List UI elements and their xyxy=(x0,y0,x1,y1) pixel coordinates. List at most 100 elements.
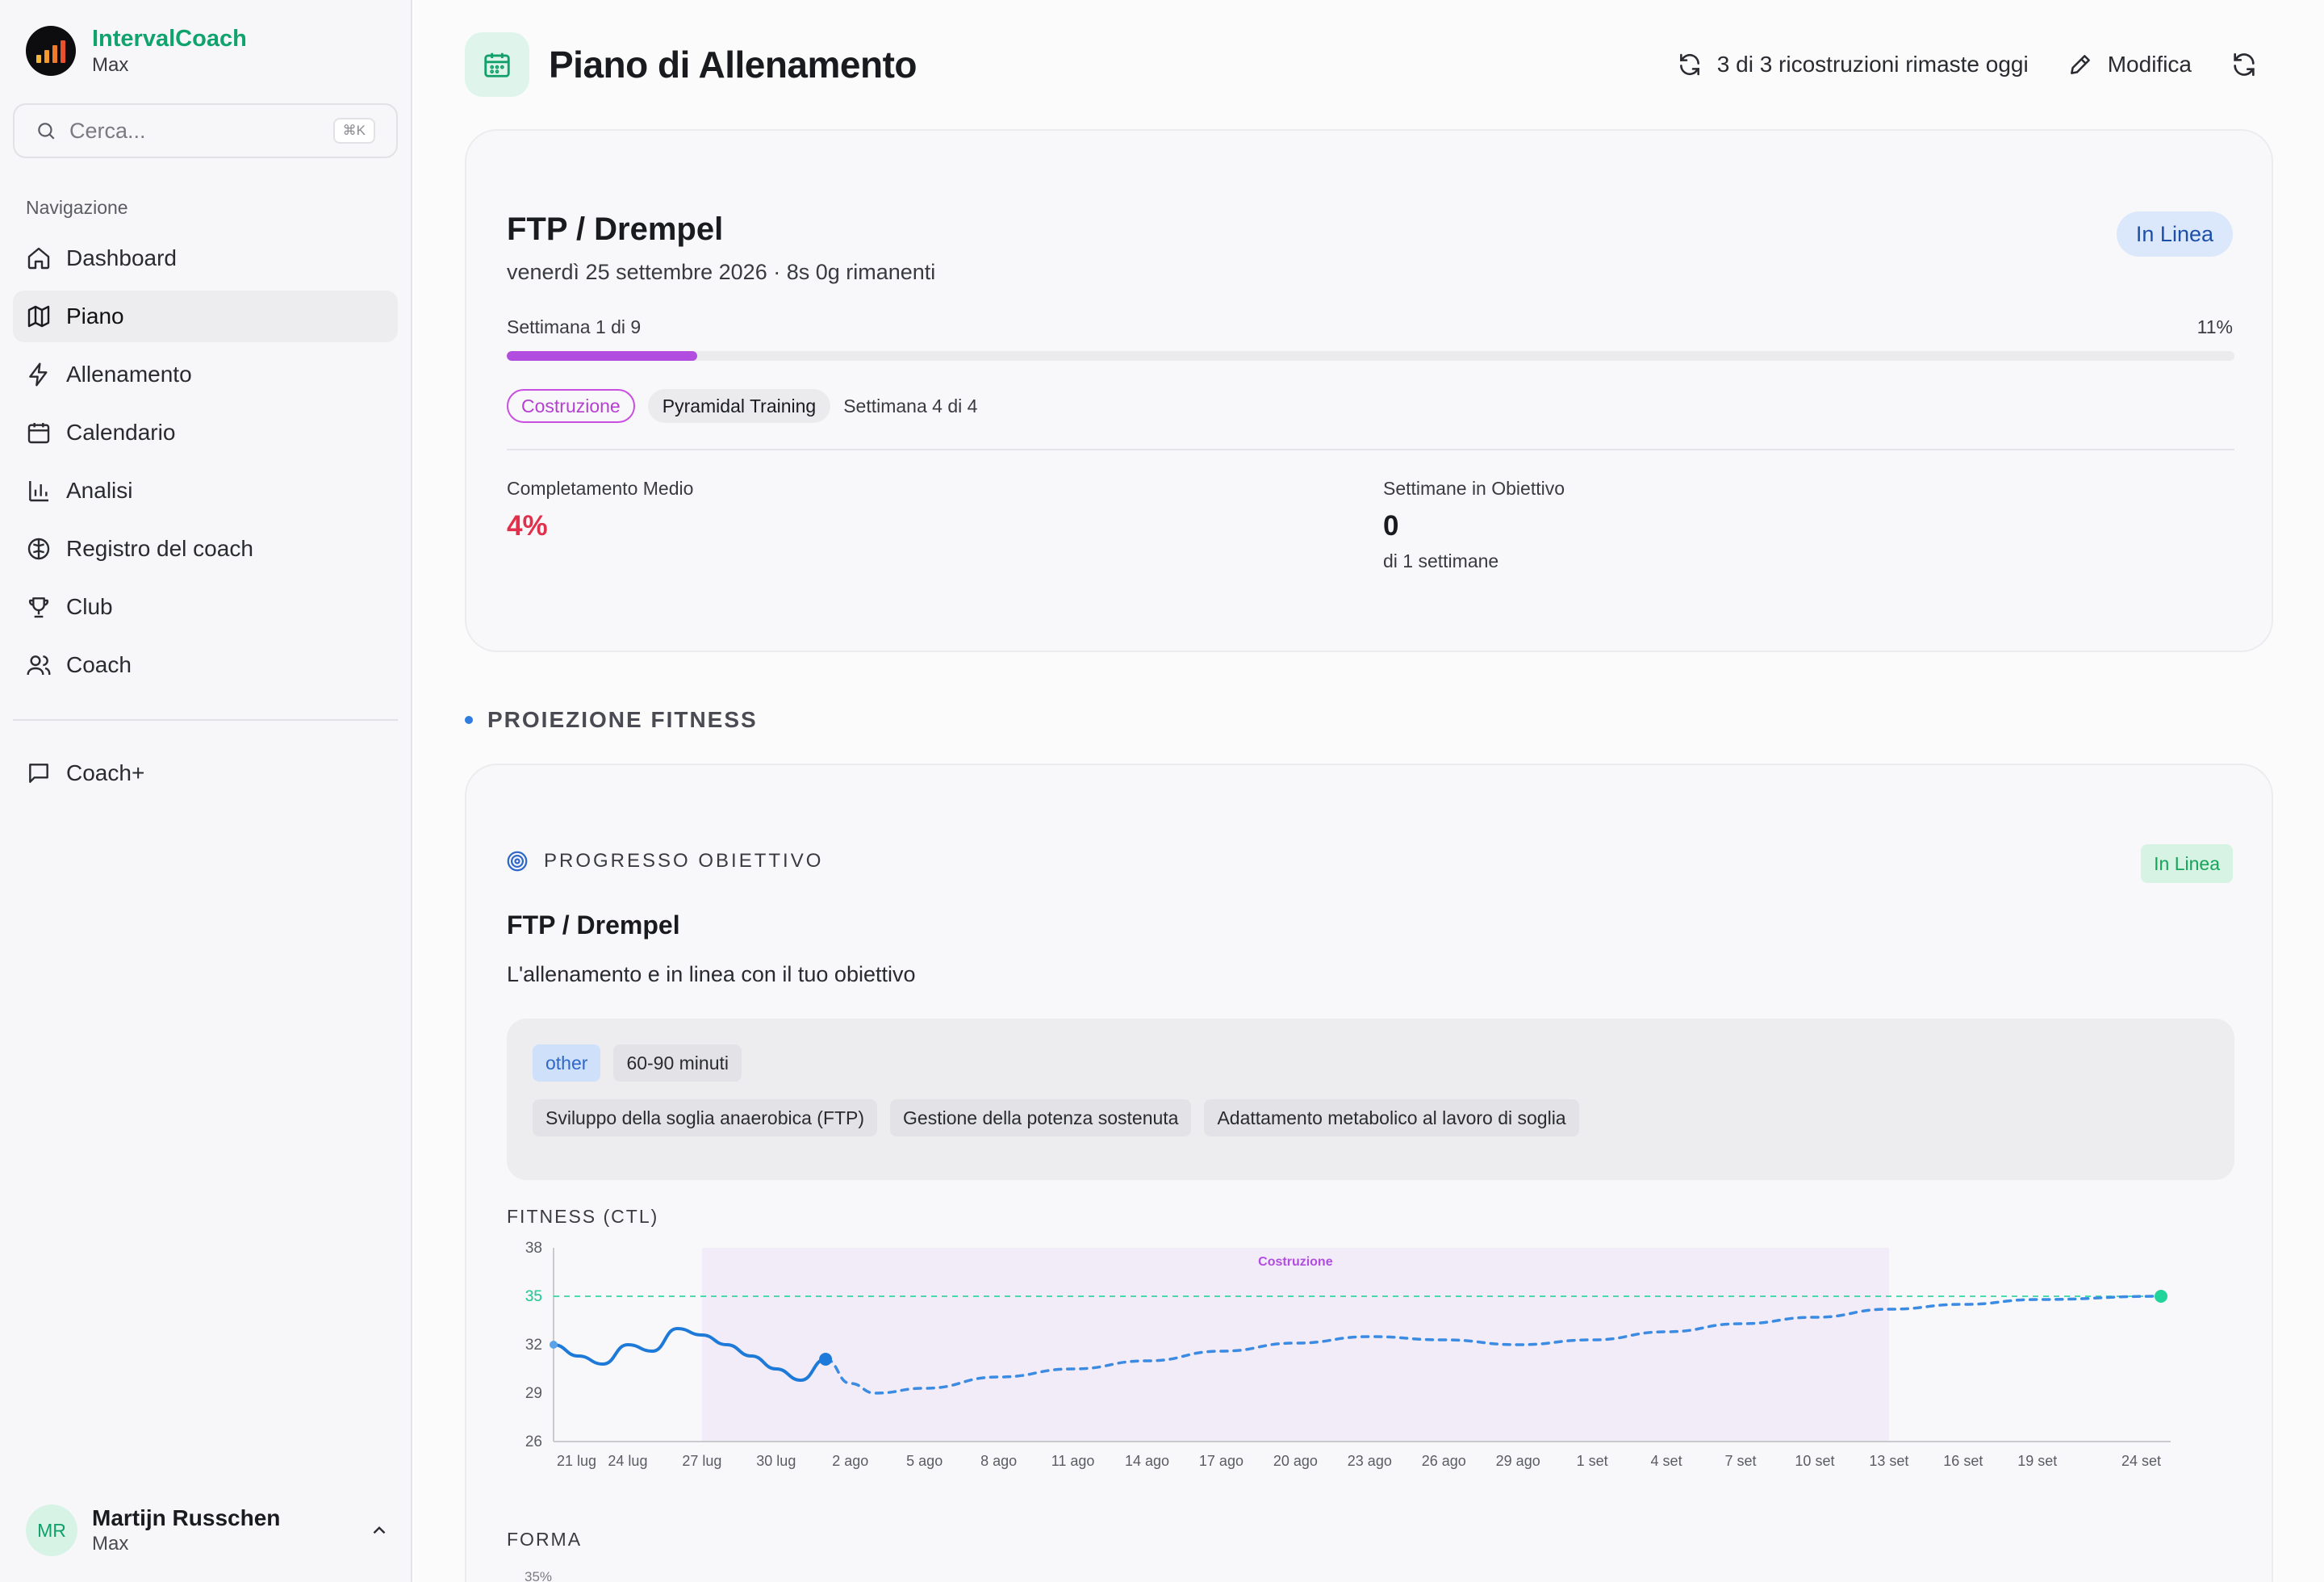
page-title: Piano di Allenamento xyxy=(549,44,917,86)
weeks-on-target-sub: di 1 settimane xyxy=(1383,550,1499,571)
x-tick-label: 1 set xyxy=(1577,1453,1608,1469)
x-tick-label: 17 ago xyxy=(1199,1453,1244,1469)
sidebar-item-piano[interactable]: Piano xyxy=(13,291,398,342)
block-chip: Pyramidal Training xyxy=(647,389,831,423)
phase-band-label: Costruzione xyxy=(1258,1255,1333,1269)
phase-band xyxy=(701,1248,1889,1442)
calendar-icon xyxy=(27,423,50,444)
bar-chart-icon xyxy=(29,481,48,502)
x-tick-label: 26 ago xyxy=(1422,1453,1466,1469)
focus-tag: Gestione della potenza sostenuta xyxy=(890,1099,1192,1136)
trophy-icon xyxy=(28,597,49,618)
y-tick-label: 26 xyxy=(525,1433,542,1450)
sidebar-item-coach[interactable]: Coach xyxy=(13,639,398,691)
x-tick-label: 13 set xyxy=(1869,1453,1908,1469)
sidebar-item-analisi[interactable]: Analisi xyxy=(13,465,398,517)
phase-chips: Costruzione Pyramidal Training Settimana… xyxy=(507,389,977,423)
x-tick-label: 10 set xyxy=(1795,1453,1834,1469)
nav-list: Dashboard Piano Allenamento Calendario A… xyxy=(13,232,398,697)
duration-tag: 60-90 minuti xyxy=(613,1044,742,1082)
y-tick-label: 29 xyxy=(525,1385,542,1402)
section-title-label: PROIEZIONE FITNESS xyxy=(487,707,758,732)
app-subtitle: Max xyxy=(92,54,129,76)
sidebar-item-coach-plus[interactable]: Coach+ xyxy=(13,747,398,799)
brand[interactable]: IntervalCoach Max xyxy=(26,24,247,77)
x-tick-label: 24 set xyxy=(2121,1453,2161,1469)
section-dot xyxy=(465,716,473,724)
target-icon xyxy=(507,851,528,872)
chat-icon xyxy=(29,764,48,783)
sidebar-item-label: Analisi xyxy=(66,478,133,503)
x-tick-label: 24 lug xyxy=(608,1453,647,1469)
x-tick-label: 20 ago xyxy=(1273,1453,1318,1469)
sidebar-item-label: Coach xyxy=(66,652,132,677)
search-placeholder: Cerca... xyxy=(69,118,146,143)
goal-tags: other 60-90 minuti Sviluppo della soglia… xyxy=(507,1019,2234,1180)
block-week: Settimana 4 di 4 xyxy=(843,395,978,416)
status-badge: In Linea xyxy=(2141,844,2233,883)
plan-card: FTP / Drempel venerdì 25 settembre 2026 … xyxy=(465,129,2273,652)
x-tick-label: 5 ago xyxy=(906,1453,943,1469)
x-tick-label: 2 ago xyxy=(832,1453,868,1469)
home-icon xyxy=(27,247,50,270)
app-name: IntervalCoach xyxy=(92,26,247,52)
sidebar-item-label: Piano xyxy=(66,303,124,329)
focus-tag: Sviluppo della soglia anaerobica (FTP) xyxy=(533,1099,878,1136)
x-tick-label: 23 ago xyxy=(1348,1453,1392,1469)
section-title: PROIEZIONE FITNESS xyxy=(465,707,758,733)
sidebar-item-calendario[interactable]: Calendario xyxy=(13,407,398,458)
chart2-title: FORMA xyxy=(507,1529,583,1550)
phase-chip: Costruzione xyxy=(507,389,635,423)
x-tick-label: 30 lug xyxy=(756,1453,796,1469)
refresh-icon xyxy=(2234,52,2255,77)
x-tick-label: 7 set xyxy=(1724,1453,1756,1469)
app-logo-icon xyxy=(26,26,76,76)
card-divider xyxy=(507,449,2234,450)
fitness-chart: Costruzione 38 35 32 29 26 21 lug 24 lug 27 lug 3… xyxy=(525,1240,2171,1469)
nav-secondary: Coach+ xyxy=(13,747,398,806)
search-input[interactable]: Cerca... ⌘K xyxy=(13,103,398,158)
goal-title: FTP / Drempel xyxy=(507,211,724,247)
current-point xyxy=(819,1353,833,1366)
sidebar-item-label: Club xyxy=(66,594,113,619)
edit-button[interactable]: Modifica xyxy=(2067,52,2192,77)
weeks-on-target-label: Settimane in Obiettivo xyxy=(1383,478,1565,499)
rebuild-status[interactable]: 3 di 3 ricostruzioni rimaste oggi xyxy=(1677,52,2029,77)
status-badge: In Linea xyxy=(2116,211,2233,257)
sidebar-item-label: Calendario xyxy=(66,420,176,445)
sidebar-item-dashboard[interactable]: Dashboard xyxy=(13,232,398,284)
x-tick-label: 29 ago xyxy=(1496,1453,1540,1469)
goal-progress-title: FTP / Drempel xyxy=(507,910,680,940)
plan-progress-bar xyxy=(507,351,2234,361)
search-icon xyxy=(38,123,55,140)
completion-label: Completamento Medio xyxy=(507,478,694,499)
nav-heading: Navigazione xyxy=(26,197,128,218)
sidebar-item-club[interactable]: Club xyxy=(13,581,398,633)
sidebar-item-registro[interactable]: Registro del coach xyxy=(13,523,398,575)
refresh-icon xyxy=(1679,53,1699,76)
x-tick-label: 8 ago xyxy=(980,1453,1017,1469)
sidebar-item-label: Registro del coach xyxy=(66,536,253,561)
avatar: MR xyxy=(26,1505,77,1556)
goal-date: venerdì 25 settembre 2026 · 8s 0g rimane… xyxy=(507,260,936,284)
sport-tag: other xyxy=(533,1044,601,1082)
map-icon xyxy=(27,305,50,328)
sidebar-divider xyxy=(13,719,398,721)
sidebar-item-label: Coach+ xyxy=(66,760,145,785)
completion-value: 4% xyxy=(507,510,548,542)
main-content: Piano di Allenamento 3 di 3 ricostruzion… xyxy=(414,0,2324,1582)
goal-point xyxy=(2155,1290,2167,1303)
refresh-button[interactable] xyxy=(2230,51,2272,78)
brain-icon xyxy=(27,538,50,560)
user-menu[interactable]: MR Martijn Russchen Max xyxy=(26,1500,390,1561)
sidebar-item-allenamento[interactable]: Allenamento xyxy=(13,349,398,400)
page-header: Piano di Allenamento 3 di 3 ricostruzion… xyxy=(465,32,2272,97)
x-tick-label: 19 set xyxy=(2017,1453,2057,1469)
chevron-up-icon[interactable] xyxy=(369,1520,390,1541)
goal-progress-heading: PROGRESSO OBIETTIVO xyxy=(505,849,823,873)
sidebar-item-label: Dashboard xyxy=(66,245,177,270)
x-tick-label: 4 set xyxy=(1651,1453,1682,1469)
x-tick-label: 16 set xyxy=(1943,1453,1983,1469)
users-icon xyxy=(27,655,51,676)
user-name: Martijn Russchen xyxy=(92,1505,281,1530)
